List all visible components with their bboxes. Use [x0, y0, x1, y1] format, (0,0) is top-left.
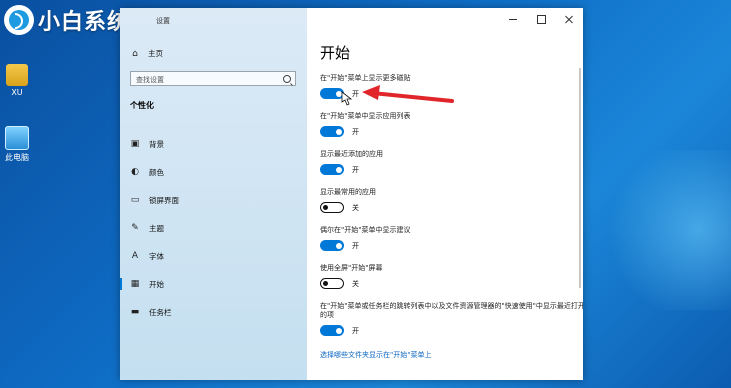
mouse-cursor-icon: [341, 91, 353, 106]
annotation-arrow-icon: [341, 85, 454, 106]
